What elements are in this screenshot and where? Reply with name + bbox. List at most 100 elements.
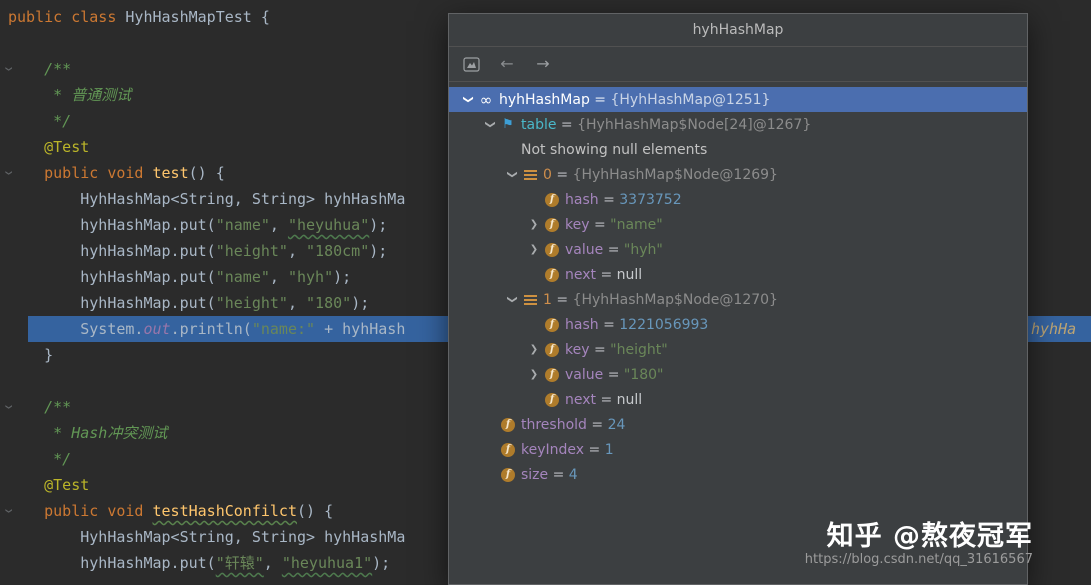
field-icon: f (543, 218, 561, 232)
code-token: ); (351, 294, 369, 312)
tree-row-text: table = {HyhHashMap$Node[24]@1267} (521, 117, 811, 133)
tree-row-text: value = "hyh" (565, 242, 663, 258)
tree-row[interactable]: fnext = null (449, 387, 1027, 412)
code-token: "轩辕" (216, 554, 264, 572)
tree-row-text: next = null (565, 392, 642, 408)
code-token: hyhHashMap.put( (8, 294, 216, 312)
code-token: * Hash冲突测试 (8, 424, 167, 442)
field-icon: f (543, 343, 561, 357)
fold-chevron-icon[interactable]: ❯ (0, 401, 20, 413)
array-icon (521, 295, 539, 305)
code-token: "180cm" (306, 242, 369, 260)
tree-row[interactable]: ❯⚑ table = {HyhHashMap$Node[24]@1267} (449, 112, 1027, 137)
code-token: class (71, 8, 125, 26)
tree-row[interactable]: fkeyIndex = 1 (449, 437, 1027, 462)
inline-debug-hint: hyhHa (1031, 316, 1076, 342)
field-icon: f (499, 418, 517, 432)
code-token: hyhHashMap.put( (8, 242, 216, 260)
chevron-down-icon[interactable]: ❯ (463, 91, 474, 109)
tree-row-text: size = 4 (521, 467, 578, 483)
tree-row[interactable]: fthreshold = 24 (449, 412, 1027, 437)
tree-row[interactable]: ❯f key = "height" (449, 337, 1027, 362)
field-icon: f (499, 468, 517, 482)
watch-icon: ∞ (477, 91, 495, 109)
watermark: 知乎 @熬夜冠军 (827, 514, 1033, 553)
watermark-url: https://blog.csdn.net/qq_31616567 (805, 552, 1033, 567)
tree-row[interactable]: ❯f key = "name" (449, 212, 1027, 237)
watermark-handle: @熬夜冠军 (893, 521, 1033, 552)
tree-row-text: key = "height" (565, 342, 668, 358)
code-token: */ (8, 112, 71, 130)
back-icon[interactable]: ← (497, 54, 517, 74)
field-icon: f (543, 193, 561, 207)
tree-row[interactable]: ❯f value = "hyh" (449, 237, 1027, 262)
code-token: , (288, 242, 306, 260)
chevron-down-icon[interactable]: ❯ (507, 166, 518, 184)
code-token: @Test (44, 138, 89, 156)
code-token: public void (8, 502, 153, 520)
tree-row-text: keyIndex = 1 (521, 442, 614, 458)
chevron-right-icon[interactable]: ❯ (525, 369, 543, 380)
fold-chevron-icon[interactable]: ❯ (0, 505, 20, 517)
popup-toolbar: ← → (449, 47, 1027, 82)
field-icon: f (543, 368, 561, 382)
tree-row-text: next = null (565, 267, 642, 283)
tree-row[interactable]: f hash = 3373752 (449, 187, 1027, 212)
code-token: ); (369, 242, 387, 260)
code-token (8, 476, 44, 494)
field-icon: f (543, 318, 561, 332)
tree-row[interactable]: ❯ 1 = {HyhHashMap$Node@1270} (449, 287, 1027, 312)
chevron-down-icon[interactable]: ❯ (485, 116, 496, 134)
tree-row[interactable]: ❯0 = {HyhHashMap$Node@1269} (449, 162, 1027, 187)
code-token: } (8, 346, 53, 364)
tree-row-text: Not showing null elements (521, 142, 707, 158)
code-token: ); (333, 268, 351, 286)
fold-chevron-icon[interactable]: ❯ (0, 63, 20, 75)
field-icon: f (543, 243, 561, 257)
code-token: "heyuhua" (288, 216, 369, 234)
code-token: */ (8, 450, 71, 468)
code-token: hyhHashMap.put( (8, 216, 216, 234)
code-token: hyhHashMap.put( (8, 554, 216, 572)
debugger-popup: hyhHashMap ← → ❯∞hyhHashMap = {HyhHashMa… (448, 13, 1028, 585)
chevron-right-icon[interactable]: ❯ (525, 244, 543, 255)
tree-row-text: 1 = {HyhHashMap$Node@1270} (543, 292, 778, 308)
code-token: HyhHashMap<String, String> hyhHashMa (8, 190, 405, 208)
code-token: hyhHash (342, 320, 405, 338)
tree-row[interactable]: f hash = 1221056993 (449, 312, 1027, 337)
chevron-down-icon[interactable]: ❯ (507, 291, 518, 309)
code-token: , (264, 554, 282, 572)
code-token: out (143, 320, 170, 338)
tree-row[interactable]: f next = null (449, 262, 1027, 287)
code-token: { (261, 8, 270, 26)
flag-icon: ⚑ (499, 117, 517, 132)
tree-row-text: key = "name" (565, 217, 663, 233)
code-token: + (315, 320, 342, 338)
code-token: ); (369, 216, 387, 234)
code-token: , (270, 216, 288, 234)
tree-row[interactable]: ❯fvalue = "180" (449, 362, 1027, 387)
code-token: "heyuhua1" (282, 554, 372, 572)
forward-icon[interactable]: → (533, 54, 553, 74)
code-token: () { (297, 502, 333, 520)
inspect-icon[interactable] (461, 54, 481, 74)
tree-row[interactable]: Not showing null elements (449, 137, 1027, 162)
popup-titlebar[interactable]: hyhHashMap (449, 14, 1027, 47)
tree-row[interactable]: f size = 4 (449, 462, 1027, 487)
tree-row[interactable]: ❯∞hyhHashMap = {HyhHashMap@1251} (449, 87, 1027, 112)
code-token: "height" (216, 242, 288, 260)
code-token: .println( (171, 320, 252, 338)
code-token: HyhHashMap<String, String> hyhHashMa (8, 528, 405, 546)
tree-row-text: hash = 1221056993 (565, 317, 708, 333)
code-token: , (270, 268, 288, 286)
field-icon: f (543, 268, 561, 282)
array-icon (521, 170, 539, 180)
code-token (8, 138, 44, 156)
code-token: @Test (44, 476, 89, 494)
fold-chevron-icon[interactable]: ❯ (0, 167, 20, 179)
tree-row-text: hash = 3373752 (565, 192, 682, 208)
code-token: public (8, 8, 71, 26)
chevron-right-icon[interactable]: ❯ (525, 344, 543, 355)
chevron-right-icon[interactable]: ❯ (525, 219, 543, 230)
code-token: * 普通测试 (8, 86, 131, 104)
